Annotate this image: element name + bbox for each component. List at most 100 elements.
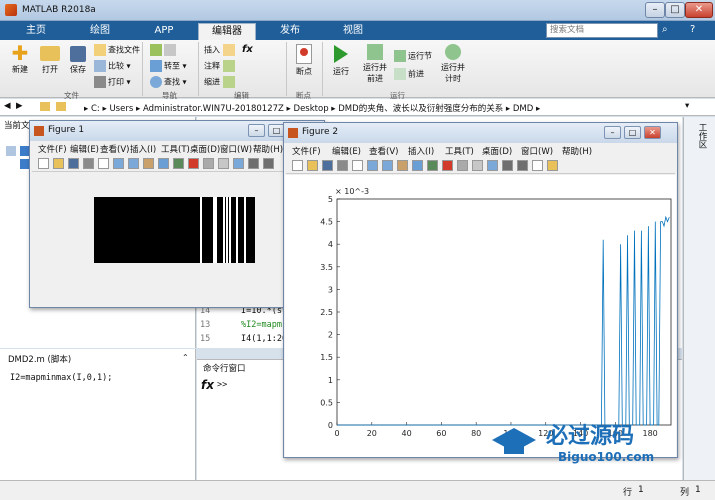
run-button[interactable]: 运行: [330, 44, 352, 77]
cmd-prompt[interactable]: >>: [217, 380, 227, 390]
menu-file[interactable]: 文件(F): [292, 145, 321, 157]
find-files-button[interactable]: 查找文件: [94, 44, 140, 56]
menu-desktop[interactable]: 桌面(D): [482, 145, 512, 157]
toolbar-tool-icon[interactable]: [442, 160, 453, 171]
save-button[interactable]: 保存: [66, 44, 90, 75]
toolbar-tool-icon[interactable]: [188, 158, 199, 169]
indent-button[interactable]: 缩进: [204, 76, 237, 88]
toolbar-tool-icon[interactable]: [367, 160, 378, 171]
comment-button[interactable]: 注释: [204, 60, 237, 72]
folder-icon[interactable]: [40, 102, 50, 111]
toolbar-tool-icon[interactable]: [98, 158, 109, 169]
toolbar-tool-icon[interactable]: [233, 158, 244, 169]
tab-home[interactable]: 主页: [8, 23, 64, 40]
toolbar-tool-icon[interactable]: [83, 158, 94, 169]
menu-window[interactable]: 窗口(W): [220, 143, 252, 155]
chevron-down-icon[interactable]: ▾: [685, 101, 689, 111]
help-icon[interactable]: ?: [690, 24, 695, 35]
close-button[interactable]: ✕: [644, 126, 661, 139]
toolbar-tool-icon[interactable]: [352, 160, 363, 171]
toolbar-tool-icon[interactable]: [263, 158, 274, 169]
file-icon[interactable]: [6, 146, 16, 156]
toolbar-tool-icon[interactable]: [307, 160, 318, 171]
back-icon[interactable]: ◀: [4, 101, 11, 111]
toolbar-tool-icon[interactable]: [397, 160, 408, 171]
run-time-button[interactable]: 运行并 计时: [440, 44, 466, 84]
code-line[interactable]: %I2=mapm: [241, 320, 282, 330]
toolbar-tool-icon[interactable]: [382, 160, 393, 171]
figure-1-titlebar[interactable]: Figure 1 – □ ✕: [30, 121, 324, 141]
toolbar-tool-icon[interactable]: [427, 160, 438, 171]
forward-icon[interactable]: ▶: [16, 101, 23, 111]
menu-insert[interactable]: 插入(I): [408, 145, 434, 157]
advance-button[interactable]: 前进: [394, 68, 424, 80]
toolbar-tool-icon[interactable]: [53, 158, 64, 169]
menu-desktop[interactable]: 桌面(D): [190, 143, 220, 155]
breakpoints-button[interactable]: 断点: [292, 44, 316, 77]
fx-button[interactable]: fx: [242, 44, 253, 55]
minimize-button[interactable]: –: [604, 126, 621, 139]
find-button[interactable]: 查找 ▾: [150, 76, 187, 88]
search-docs-input[interactable]: 搜索文档: [546, 23, 658, 38]
open-button[interactable]: 打开: [38, 44, 62, 75]
tab-plots[interactable]: 绘图: [72, 23, 128, 40]
toolbar-tool-icon[interactable]: [38, 158, 49, 169]
chevron-up-icon[interactable]: ⌃: [182, 353, 189, 362]
menu-help[interactable]: 帮助(H): [253, 143, 283, 155]
menu-insert[interactable]: 插入(I): [130, 143, 156, 155]
minimize-button[interactable]: –: [248, 124, 265, 137]
menu-tools[interactable]: 工具(T): [161, 143, 190, 155]
fx-icon[interactable]: fx: [201, 378, 214, 392]
menu-edit[interactable]: 编辑(E): [332, 145, 361, 157]
menu-view[interactable]: 查看(V): [100, 143, 129, 155]
toolbar-tool-icon[interactable]: [517, 160, 528, 171]
insert-button[interactable]: 插入: [204, 44, 237, 56]
toolbar-tool-icon[interactable]: [113, 158, 124, 169]
print-button[interactable]: 打印 ▾: [94, 76, 131, 88]
toolbar-tool-icon[interactable]: [502, 160, 513, 171]
compare-button[interactable]: 比较 ▾: [94, 60, 131, 72]
toolbar-tool-icon[interactable]: [487, 160, 498, 171]
toolbar-tool-icon[interactable]: [472, 160, 483, 171]
toolbar-tool-icon[interactable]: [412, 160, 423, 171]
toolbar-tool-icon[interactable]: [203, 158, 214, 169]
toolbar-tool-icon[interactable]: [248, 158, 259, 169]
maximize-button[interactable]: □: [665, 2, 685, 18]
toolbar-tool-icon[interactable]: [158, 158, 169, 169]
toolbar-tool-icon[interactable]: [547, 160, 558, 171]
menu-help[interactable]: 帮助(H): [562, 145, 592, 157]
search-icon[interactable]: ⌕: [662, 24, 668, 35]
run-section-button[interactable]: 运行节: [394, 50, 432, 62]
goto-button[interactable]: 转至 ▾: [150, 60, 187, 72]
toolbar-tool-icon[interactable]: [532, 160, 543, 171]
tab-editor[interactable]: 编辑器: [198, 23, 256, 40]
tab-apps[interactable]: APP: [136, 23, 192, 40]
toolbar-tool-icon[interactable]: [292, 160, 303, 171]
menu-edit[interactable]: 编辑(E): [70, 143, 99, 155]
minimize-button[interactable]: –: [645, 2, 665, 18]
menu-tools[interactable]: 工具(T): [445, 145, 474, 157]
menu-view[interactable]: 查看(V): [369, 145, 398, 157]
folder-up-icon[interactable]: [56, 102, 66, 111]
figure-2-titlebar[interactable]: Figure 2 – □ ✕: [284, 123, 677, 143]
workspace-label[interactable]: 工作区: [696, 123, 708, 149]
tab-view[interactable]: 视图: [325, 23, 381, 40]
toolbar-tool-icon[interactable]: [173, 158, 184, 169]
toolbar-tool-icon[interactable]: [68, 158, 79, 169]
toolbar-tool-icon[interactable]: [457, 160, 468, 171]
toolbar-tool-icon[interactable]: [322, 160, 333, 171]
figure-1-window[interactable]: Figure 1 – □ ✕ 文件(F) 编辑(E) 查看(V) 插入(I) 工…: [29, 120, 325, 308]
figure-2-window[interactable]: Figure 2 – □ ✕ 文件(F) 编辑(E) 查看(V) 插入(I) 工…: [283, 122, 678, 458]
toolbar-tool-icon[interactable]: [143, 158, 154, 169]
breadcrumb[interactable]: ▸ C: ▸ Users ▸ Administrator.WIN7U-20180…: [84, 102, 540, 114]
tab-publish[interactable]: 发布: [262, 23, 318, 40]
address-bar[interactable]: ◀ ▶ ▸ C: ▸ Users ▸ Administrator.WIN7U-2…: [0, 99, 715, 116]
toolbar-tool-icon[interactable]: [337, 160, 348, 171]
nav-arrows[interactable]: [150, 44, 178, 56]
toolbar-tool-icon[interactable]: [218, 158, 229, 169]
code-line[interactable]: I4(1,1:20: [241, 334, 287, 344]
new-button[interactable]: ✚ 新建: [8, 43, 32, 75]
run-advance-button[interactable]: 运行并 前进: [362, 44, 388, 84]
menu-window[interactable]: 窗口(W): [521, 145, 553, 157]
close-button[interactable]: ✕: [685, 2, 713, 18]
